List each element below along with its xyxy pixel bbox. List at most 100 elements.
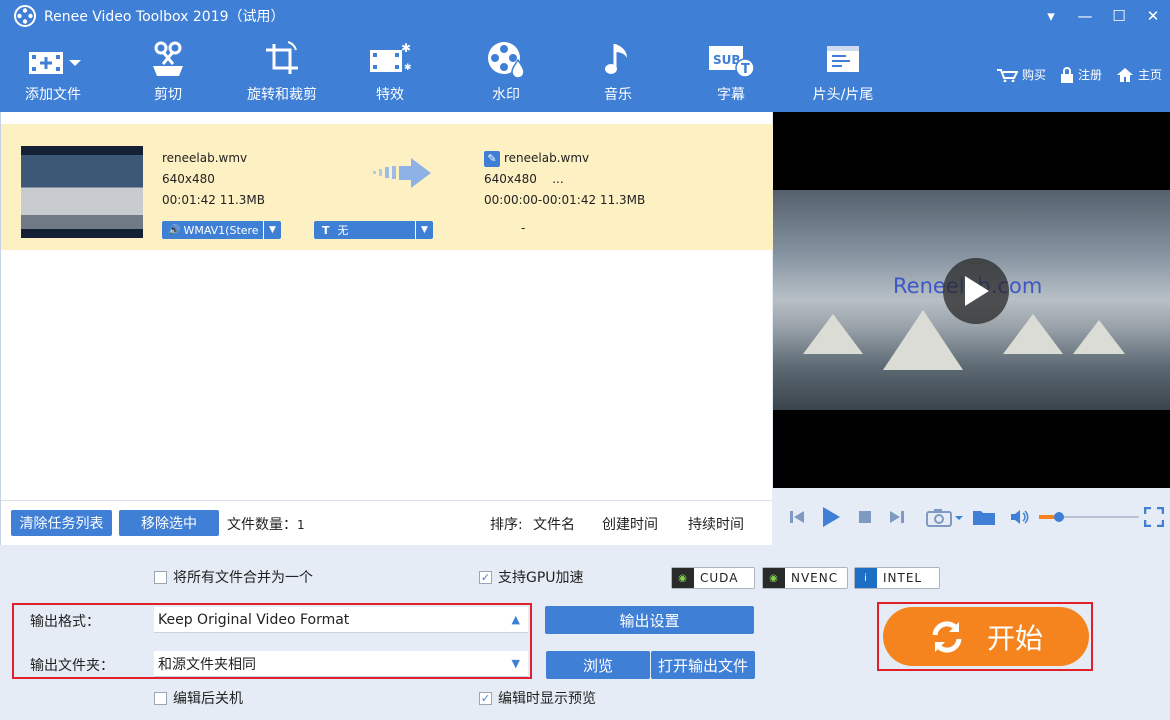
add-file-button[interactable]: 添加文件 — [20, 32, 86, 112]
play-overlay-button[interactable] — [943, 258, 1009, 324]
remove-selected-button[interactable]: 移除选中 — [119, 510, 219, 536]
player-controls — [773, 488, 1170, 545]
rotate-crop-button[interactable]: 旋转和裁剪 — [240, 32, 324, 112]
menu-dropdown-button[interactable]: ▾ — [1034, 0, 1068, 32]
play-button[interactable] — [819, 506, 843, 528]
subtitle-icon: SUBT — [709, 46, 755, 78]
open-folder-button[interactable] — [971, 506, 997, 528]
skip-back-icon — [790, 511, 804, 523]
gpu-acceleration-checkbox[interactable]: ✓ 支持GPU加速 — [479, 567, 584, 587]
nvidia-logo-icon: ◉ — [672, 568, 694, 588]
show-preview-checkbox[interactable]: ✓ 编辑时显示预览 — [479, 688, 596, 708]
svg-text:✱: ✱ — [404, 63, 412, 73]
folder-icon — [973, 511, 995, 525]
cut-icon — [153, 41, 183, 76]
output-resolution: 640x480 — [484, 172, 537, 186]
output-settings-button[interactable]: 输出设置 — [545, 606, 754, 634]
stop-icon — [859, 511, 871, 523]
clear-task-list-button[interactable]: 清除任务列表 — [11, 510, 112, 536]
fullscreen-button[interactable] — [1143, 506, 1165, 528]
main-toolbar: 添加文件 剪切 旋转和裁剪 ✱ ✱ 特效 水印 音乐 SUB T 字幕 片头/片尾 … — [0, 32, 1170, 112]
play-icon — [823, 507, 840, 527]
chevron-up-icon: ▲ — [511, 613, 520, 626]
intro-outro-button[interactable]: 片头/片尾 — [806, 32, 880, 112]
effects-icon: ✱✱ — [370, 41, 412, 73]
cuda-badge: ◉ CUDA — [671, 567, 755, 589]
open-output-folder-button[interactable]: 打开输出文件 — [651, 651, 755, 679]
preview-frame: Reneelab.com — [773, 190, 1170, 410]
edit-name-icon[interactable]: ✎ — [484, 150, 500, 167]
intel-badge: i INTEL — [854, 567, 940, 589]
camera-icon — [926, 509, 963, 527]
volume-icon — [1011, 510, 1029, 524]
chevron-down-icon: ▼ — [263, 221, 281, 239]
text-t-icon: T — [322, 223, 330, 237]
nvidia-logo-icon: ◉ — [763, 568, 785, 588]
close-button[interactable]: ✕ — [1136, 0, 1170, 32]
output-range-size: 00:00:00-00:01:42 11.3MB — [484, 193, 646, 207]
skip-forward-icon — [890, 511, 904, 523]
home-icon — [1116, 67, 1133, 82]
window-title: Renee Video Toolbox 2019（试用） — [44, 9, 285, 25]
add-file-icon — [29, 52, 81, 74]
output-format-label: 输出格式： — [30, 614, 100, 630]
video-thumbnail[interactable] — [21, 146, 143, 238]
minimize-button[interactable]: — — [1068, 0, 1102, 32]
subtitle-button[interactable]: SUB T 字幕 — [706, 32, 756, 112]
shutdown-after-checkbox[interactable]: 编辑后关机 — [154, 688, 243, 708]
audio-track-dropdown[interactable]: 🔊 WMAV1(Stere ▼ — [162, 221, 281, 239]
output-folder-label: 输出文件夹： — [30, 658, 114, 674]
output-folder-select[interactable]: 和源文件夹相同 ▼ — [154, 651, 528, 677]
source-resolution: 640x480 — [162, 172, 215, 186]
output-more-button[interactable]: ... — [552, 172, 563, 186]
sort-by-duration[interactable]: 持续时间 — [688, 514, 744, 534]
prev-button[interactable] — [787, 506, 807, 528]
browse-button[interactable]: 浏览 — [546, 651, 650, 679]
sort-by-name[interactable]: 文件名 — [533, 514, 575, 534]
file-count-label: 文件数量： — [227, 517, 297, 533]
app-logo-icon — [14, 5, 36, 27]
chevron-down-icon: ▼ — [415, 221, 433, 239]
task-row[interactable]: reneelab.wmv 640x480 00:01:42 11.3MB ✎ re… — [1, 124, 773, 250]
start-highlight: 开始 — [877, 602, 1093, 671]
watermark-button[interactable]: 水印 — [486, 32, 526, 112]
output-format-select[interactable]: Keep Original Video Format ▲ — [154, 607, 528, 633]
intro-outro-icon — [827, 46, 859, 72]
title-bar: Renee Video Toolbox 2019（试用） ▾ — ☐ ✕ — [0, 0, 1170, 32]
stop-button[interactable] — [855, 506, 875, 528]
source-duration-size: 00:01:42 11.3MB — [162, 193, 266, 207]
effects-button[interactable]: ✱ ✱ 特效 — [370, 32, 412, 112]
watermark-icon — [488, 42, 525, 78]
music-button[interactable]: 音乐 — [600, 32, 636, 112]
start-button[interactable]: 开始 — [883, 607, 1089, 666]
buy-link[interactable]: 购买 — [996, 66, 1046, 83]
output-info: ✎ reneelab.wmv 640x480 ... 00:00:00-00:01… — [484, 148, 645, 211]
music-icon — [605, 44, 627, 74]
svg-text:✱: ✱ — [401, 41, 411, 55]
video-preview[interactable]: Reneelab.com — [773, 112, 1170, 488]
merge-files-checkbox[interactable]: 将所有文件合并为一个 — [154, 567, 313, 587]
home-link[interactable]: 主页 — [1116, 66, 1162, 83]
chevron-down-icon: ▼ — [511, 657, 520, 670]
sort-by-created[interactable]: 创建时间 — [602, 514, 658, 534]
cut-button[interactable]: 剪切 — [148, 32, 188, 112]
file-count-value: 1 — [297, 518, 305, 532]
output-filename: reneelab.wmv — [504, 151, 590, 165]
speaker-icon: 🔊 — [168, 224, 181, 236]
nvenc-badge: ◉ NVENC — [762, 567, 848, 589]
snapshot-button[interactable] — [925, 506, 965, 528]
convert-arrow-icon — [373, 158, 431, 188]
intel-logo-icon: i — [855, 568, 877, 588]
subtitle-dropdown[interactable]: T 无 ▼ — [314, 221, 433, 239]
volume-slider[interactable] — [1039, 506, 1139, 528]
lock-icon — [1060, 66, 1073, 83]
output-settings-panel: 将所有文件合并为一个 ✓ 支持GPU加速 ◉ CUDA ◉ NVENC i INTEL … — [0, 545, 1170, 720]
register-link[interactable]: 注册 — [1060, 66, 1102, 83]
maximize-button[interactable]: ☐ — [1102, 0, 1136, 32]
volume-button[interactable] — [1009, 506, 1031, 528]
task-list: reneelab.wmv 640x480 00:01:42 11.3MB ✎ re… — [0, 112, 773, 500]
source-filename: reneelab.wmv — [162, 151, 248, 165]
next-button[interactable] — [887, 506, 907, 528]
list-action-bar: 清除任务列表 移除选中 文件数量：1 排序: 文件名 创建时间 持续时间 — [0, 500, 772, 545]
cart-icon — [996, 68, 1018, 82]
